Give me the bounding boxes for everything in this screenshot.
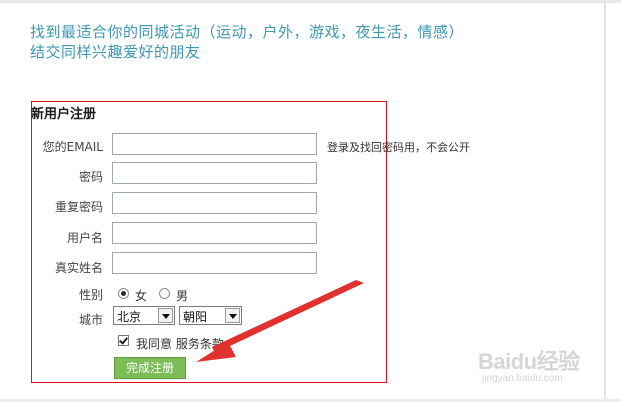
watermark-url: jingyan.baidu.com: [482, 373, 563, 384]
annotation-arrow-icon: [196, 280, 364, 362]
watermark-brand: Baidu经验: [478, 349, 580, 374]
baidu-jingyan-watermark: Baidu经验 jingyan.baidu.com: [478, 344, 596, 388]
